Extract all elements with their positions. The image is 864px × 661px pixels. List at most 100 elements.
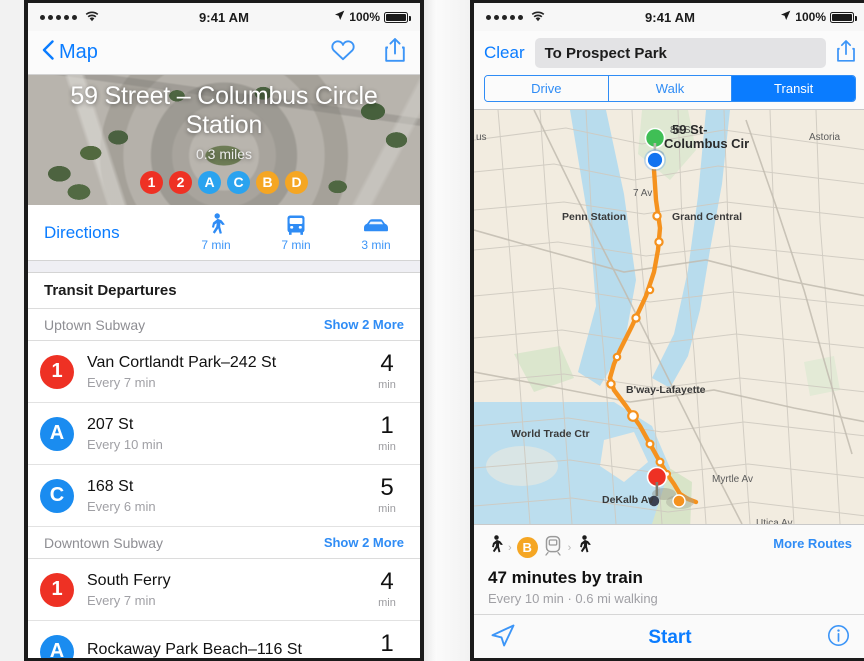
more-routes-button[interactable]: More Routes [773,536,852,551]
station-hero-image: 59 Street – Columbus Circle Station 0.3 … [28,75,420,205]
route-detail-label: Every 10 min · 0.6 mi walking [488,591,658,606]
departure-eta-unit: min [378,503,396,515]
mode-car-minutes: 3 min [361,238,391,252]
car-icon [348,213,404,237]
subway-line-badge-1: 1 [140,170,163,194]
battery-icon [830,11,857,23]
departure-frequency: Every 10 min [87,436,163,452]
departure-destination: South Ferry [87,571,171,589]
segment-drive[interactable]: Drive [485,76,609,101]
nav-action-group [330,37,406,68]
departure-line-badge: A [40,634,74,658]
departure-destination: Van Cortlandt Park–242 St [87,353,277,371]
directions-label[interactable]: Directions [44,223,120,243]
hero-overlay: 59 Street – Columbus Circle Station 0.3 … [28,75,420,205]
subway-line-badge-2: 2 [169,170,192,194]
start-button[interactable]: Start [474,627,864,649]
departure-line-badge: A [40,416,74,451]
route-action-bar: Start [474,614,864,658]
departure-frequency: Every 7 min [87,374,156,390]
departure-line-badge: 1 [40,354,74,389]
departure-eta: 1min [370,632,404,658]
subway-line-badge-b: B [256,170,279,194]
left-nav-bar: Map [28,31,420,75]
mode-car[interactable]: 3 min [348,213,404,252]
walk-icon [488,534,503,561]
right-phone-device: 9:41 AM 100% Clear To Prospect Park Driv… [470,0,864,661]
table-row[interactable]: 1 Van Cortlandt Park–242 St Every 7 min 4 mi… [28,341,420,403]
map-canvas [474,110,864,524]
transit-group-name: Downtown Subway [44,534,164,551]
mode-bus-minutes: 7 min [281,238,311,252]
share-icon[interactable] [836,39,856,68]
departure-eta-value: 1 [380,630,394,657]
segment-transit[interactable]: Transit [732,76,855,101]
departure-destination: Rockaway Park Beach–116 St [87,641,302,658]
walk-icon [188,213,244,237]
line-badge-b: B [516,537,538,558]
heart-icon[interactable] [330,38,356,67]
travel-modes-group: 7 min 7 min 3 min [188,213,404,252]
route-summary-panel[interactable]: › B › More Routes 47 minutes by train Ev… [474,524,864,614]
table-row[interactable]: 1 South Ferry Every 7 min 4 min [28,559,420,621]
route-duration-label: 47 minutes by train [488,568,643,587]
mode-walk-minutes: 7 min [201,238,231,252]
mode-walk[interactable]: 7 min [188,213,244,252]
departure-eta-value: 5 [380,474,394,501]
table-row[interactable]: A Rockaway Park Beach–116 St 1min [28,621,420,658]
directions-search-bar: Clear To Prospect Park [474,31,864,75]
chip-separator-icon: › [567,541,572,554]
departure-text: Van Cortlandt Park–242 St Every 7 min [87,354,370,390]
show-more-button[interactable]: Show 2 More [324,317,404,332]
screenshot-stage: 9:41 AM 100% Map 59 Street – Columbus Ci… [0,0,864,661]
destination-search-input[interactable]: To Prospect Park [534,38,826,68]
status-time: 9:41 AM [644,9,696,25]
back-to-map-button[interactable]: Map [42,39,98,66]
departure-text: 207 St Every 10 min [87,416,370,452]
chevron-left-icon [42,39,54,66]
departure-eta-value: 1 [380,412,394,439]
departure-text: South Ferry Every 7 min [87,572,370,608]
share-icon[interactable] [384,37,406,68]
departure-eta-unit: min [378,379,396,391]
subway-line-badge-d: D [285,170,308,194]
table-row[interactable]: C 168 St Every 6 min 5 min [28,465,420,527]
transit-route-map[interactable]: 86 St Astoria us 59 St- Columbus Cir 7 Av Penn… [474,110,864,524]
departure-text: 168 St Every 6 min [87,478,370,514]
transit-group-header: Uptown Subway Show 2 More [28,309,420,341]
clear-button[interactable]: Clear [484,43,525,63]
departure-destination: 168 St [87,477,134,495]
right-status-bar: 9:41 AM 100% [474,3,864,31]
left-phone-screen: 9:41 AM 100% Map 59 Street – Columbus Ci… [28,3,420,658]
subway-line-badge-c: C [227,170,250,194]
subway-lines-row: 12ACBD [140,170,308,194]
departure-eta-unit: min [378,597,396,609]
departure-eta-value: 4 [380,568,394,595]
show-more-button[interactable]: Show 2 More [324,535,404,550]
transit-group-header: Downtown Subway Show 2 More [28,527,420,559]
right-phone-screen: 9:41 AM 100% Clear To Prospect Park Driv… [474,3,864,658]
table-row[interactable]: A 207 St Every 10 min 1 min [28,403,420,465]
bus-icon [268,213,324,237]
segment-walk[interactable]: Walk [608,76,733,101]
directions-row[interactable]: Directions 7 min 7 min 3 min [28,205,420,261]
left-status-bar: 9:41 AM 100% [28,3,420,31]
transit-group-name: Uptown Subway [44,316,146,333]
left-phone-device: 9:41 AM 100% Map 59 Street – Columbus Ci… [24,0,424,661]
section-divider [28,261,420,273]
battery-icon [384,11,411,23]
travel-mode-segmented-control[interactable]: Drive Walk Transit [484,75,856,102]
departure-eta-unit: min [378,441,396,453]
departure-frequency: Every 6 min [87,498,156,514]
mode-bus[interactable]: 7 min [268,213,324,252]
departure-text: Rockaway Park Beach–116 St [87,641,370,658]
status-time: 9:41 AM [198,9,250,25]
departure-eta: 5 min [370,474,404,516]
departure-eta: 4 min [370,568,404,610]
page-title: 59 Street – Columbus Circle Station [70,82,378,139]
subway-line-badge-a: A [198,170,221,194]
walk-icon [576,534,592,561]
distance-label: 0.3 miles [195,145,253,162]
transit-departures-heading: Transit Departures [28,273,420,309]
departure-destination: 207 St [87,415,134,433]
